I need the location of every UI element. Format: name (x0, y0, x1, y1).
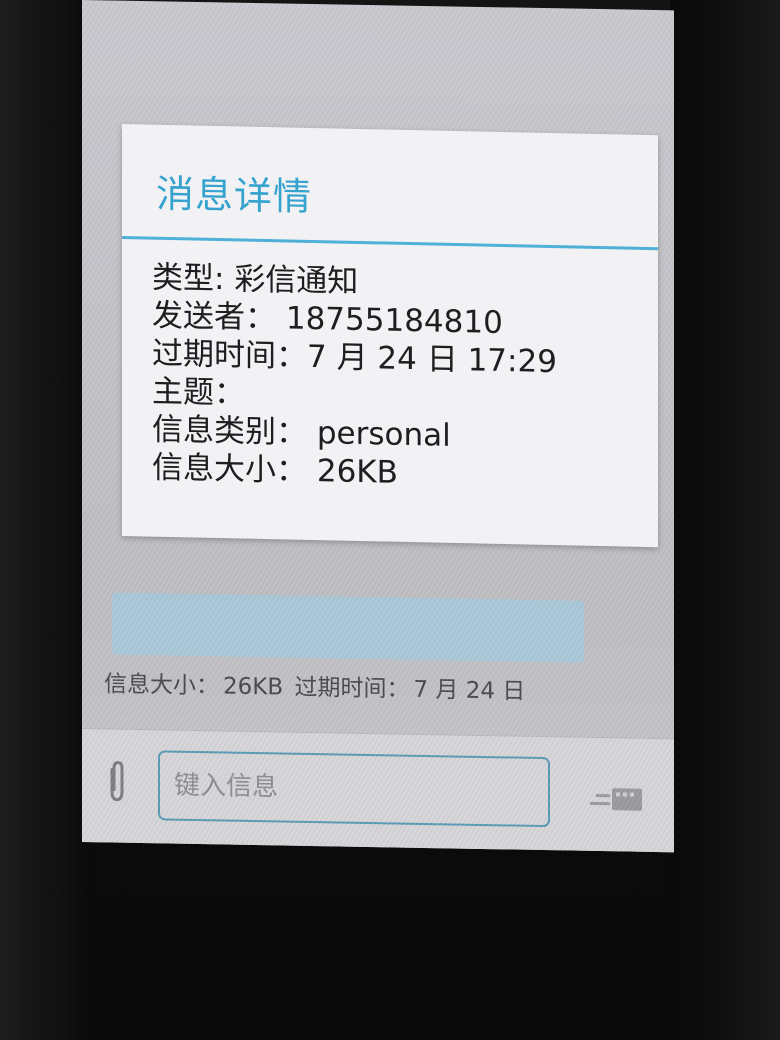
message-expiry-label: 过期时间： (294, 674, 410, 703)
detail-value: 26KB (316, 453, 398, 491)
paperclip-icon[interactable] (104, 759, 130, 803)
detail-separator: ： (276, 414, 317, 452)
message-details-dialog[interactable]: 消息详情 类型: 彩信通知 发送者： 18755184810 过期时间：7 月 … (122, 124, 658, 548)
detail-separator: ： (245, 299, 286, 337)
detail-value: personal (316, 415, 451, 454)
detail-label: 信息大小 (152, 449, 276, 489)
detail-value: 7 月 24 日 17:29 (307, 338, 557, 381)
dialog-divider (122, 236, 658, 251)
message-size-value: 26KB (223, 673, 284, 701)
photo-frame: 信息大小：26KB 过期时间：7 月 24 日 消息详情 类型: 彩信通知 (0, 0, 780, 1040)
detail-label: 主题 (152, 373, 214, 411)
detail-separator: : (214, 260, 235, 298)
message-input[interactable] (158, 750, 550, 828)
send-mms-icon[interactable] (588, 780, 646, 821)
message-meta: 信息大小： 26KB 过期时间： 7 月 24 日 (104, 664, 529, 705)
dialog-title: 消息详情 (156, 171, 313, 219)
detail-separator: ： (276, 452, 317, 490)
detail-label: 发送者 (152, 297, 245, 336)
message-size-label: 信息大小： (104, 671, 219, 700)
phone-bezel-left (0, 0, 90, 1040)
detail-label: 信息类别 (152, 411, 276, 451)
detail-label: 过期时间 (152, 335, 276, 375)
detail-label: 类型 (152, 259, 214, 297)
detail-value: 18755184810 (285, 300, 503, 341)
detail-separator: ： (276, 338, 307, 375)
detail-separator: ： (214, 374, 245, 412)
dialog-body: 类型: 彩信通知 发送者： 18755184810 过期时间：7 月 24 日 … (152, 259, 652, 497)
phone-bezel-right (670, 0, 780, 1040)
message-expiry-value: 7 月 24 日 (413, 676, 526, 705)
mms-message-bubble[interactable] (112, 592, 584, 663)
detail-value: 彩信通知 (234, 261, 359, 300)
compose-bar (82, 728, 674, 853)
